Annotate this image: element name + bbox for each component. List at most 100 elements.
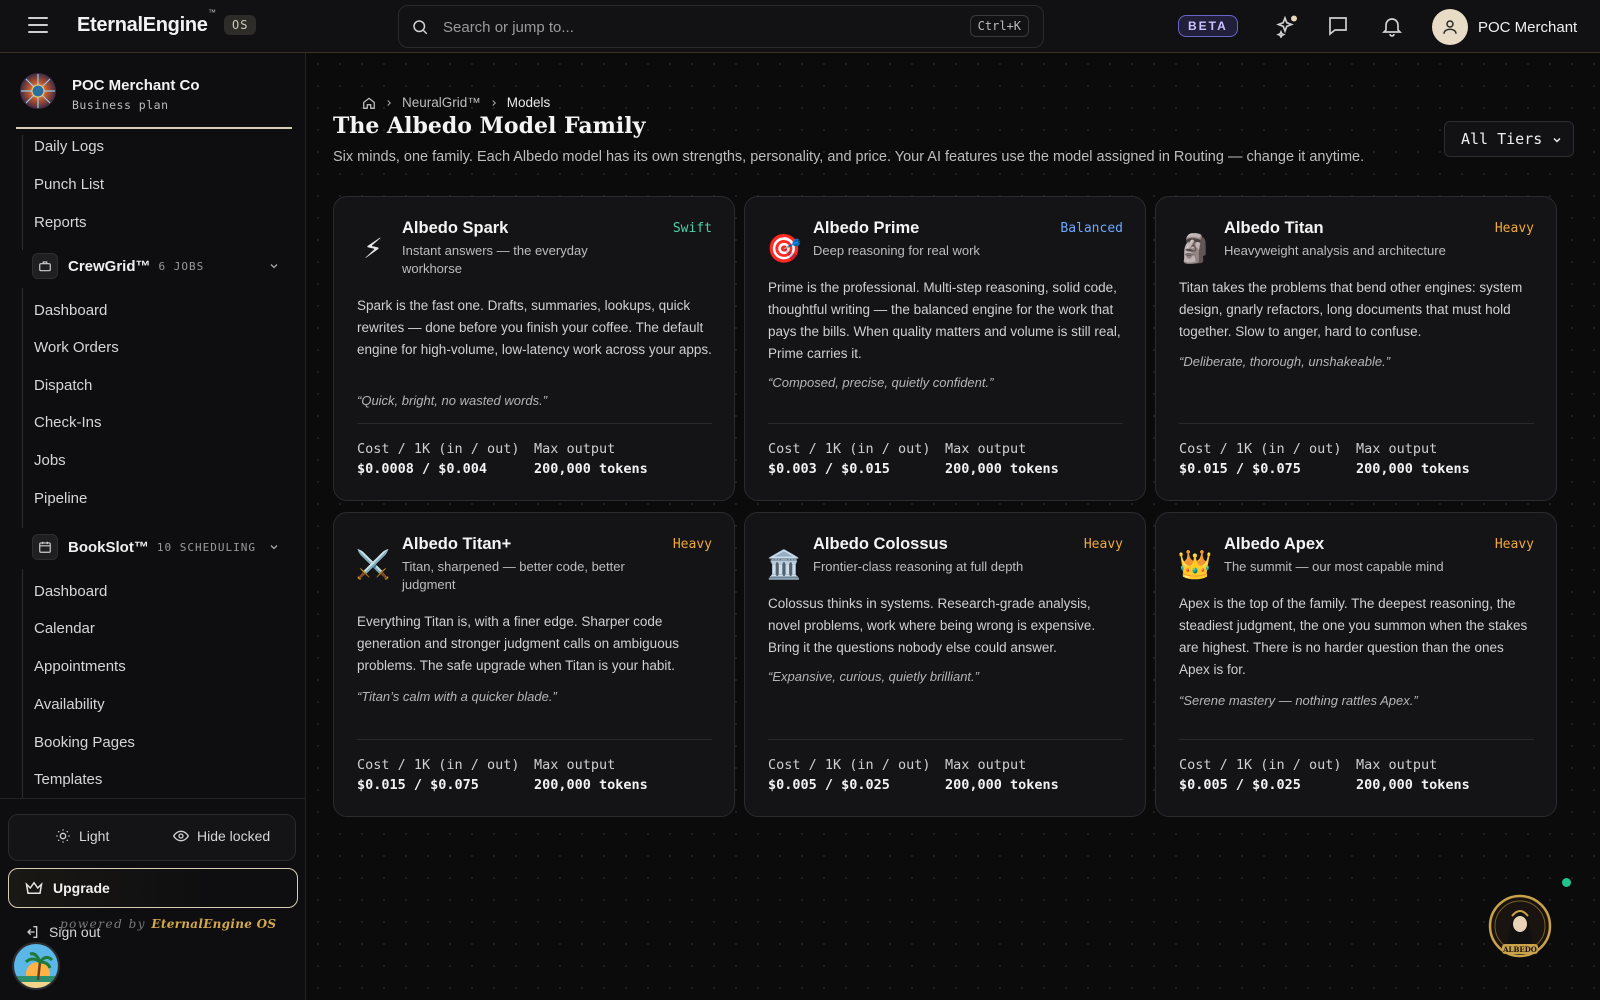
powered-by: powered by EternalEngine OS [60,917,276,931]
sidebar-item-dispatch[interactable]: Dispatch [34,377,92,394]
user-menu[interactable]: POC Merchant [1432,9,1577,45]
model-description: Prime is the professional. Multi-step re… [768,280,1121,361]
model-card[interactable]: ⚡ Albedo Spark Instant answers — the eve… [333,196,735,501]
chevron-down-icon [1553,137,1561,143]
sidebar-item-daily-logs[interactable]: Daily Logs [34,138,104,155]
model-description: Spark is the fast one. Drafts, summaries… [357,298,712,357]
model-card[interactable]: ⚔️ Albedo Titan+ Titan, sharpened — bett… [333,512,735,817]
sidebar-item-jobs[interactable]: Jobs [34,452,66,469]
model-card[interactable]: 👑 Albedo Apex The summit — our most capa… [1155,512,1557,817]
model-quote: “Expansive, curious, quietly brilliant.” [768,669,979,684]
max-output-value: 200,000 tokens [1356,777,1470,793]
max-output-value: 200,000 tokens [945,461,1059,477]
powered-prefix: powered by [60,917,147,931]
chevron-right-icon [387,99,391,106]
sidebar-nav[interactable]: Daily Logs Punch List Reports CrewGrid™ … [0,135,306,798]
cost-value: $0.005 / $0.025 [1179,777,1301,793]
model-card[interactable]: 🎯 Albedo Prime Deep reasoning for real w… [744,196,1146,501]
cost-value: $0.003 / $0.015 [768,461,890,477]
nav-rail [22,135,23,250]
search-bar[interactable]: Ctrl+K [398,5,1044,48]
chevron-right-icon [492,99,496,106]
group-meta: 10 SCHEDULING [156,540,256,554]
display-toggles: Light Hide locked [8,814,296,861]
user-name: POC Merchant [1478,18,1578,36]
sidebar-item-availability[interactable]: Availability [34,696,105,713]
statue-icon: 🗿 [1177,232,1213,264]
search-icon [413,20,428,35]
max-output-value: 200,000 tokens [534,777,648,793]
main-content: NeuralGrid™ Models The Albedo Model Fami… [307,53,1600,1000]
albedo-assistant-icon[interactable]: ALBEDO [1488,894,1552,960]
card-divider [768,739,1123,740]
chevron-down-icon [270,264,278,269]
hide-locked-button[interactable]: Hide locked [173,828,270,844]
hide-locked-label: Hide locked [197,828,271,844]
sidebar-item-appointments[interactable]: Appointments [34,658,126,675]
sidebar-item-calendar[interactable]: Calendar [34,620,95,637]
group-meta: 6 JOBS [158,259,205,273]
sidebar-item-book-dashboard[interactable]: Dashboard [34,583,107,600]
chat-icon[interactable] [1326,14,1350,38]
org-switcher[interactable]: POC Merchant Co Business plan [16,69,292,129]
sidebar-group-bookslot[interactable]: BookSlot™ 10 SCHEDULING [32,534,288,560]
crossed-swords-icon: ⚔️ [355,548,391,580]
brand-logo[interactable]: EternalEngine [77,14,208,37]
model-card[interactable]: 🏛️ Albedo Colossus Frontier-class reason… [744,512,1146,817]
bell-icon[interactable] [1380,14,1404,38]
top-bar: EternalEngine ™ OS Ctrl+K BETA POC Merch… [0,0,1600,53]
nav-rail [22,569,23,798]
sidebar-item-check-ins[interactable]: Check-Ins [34,414,102,431]
classical-building-icon: 🏛️ [766,548,802,580]
max-output-label: Max output [945,441,1027,457]
chevron-down-icon [270,545,278,550]
max-output-label: Max output [534,441,616,457]
beach-avatar[interactable] [12,942,60,990]
sidebar-item-work-orders[interactable]: Work Orders [34,339,119,356]
nav-rail [22,288,23,528]
light-mode-button[interactable]: Light [55,828,109,844]
cost-value: $0.015 / $0.075 [1179,461,1301,477]
group-label: BookSlot™ [68,538,149,556]
model-description: Titan takes the problems that bend other… [1179,280,1523,339]
model-tier-badge: Heavy [1494,221,1534,236]
search-input[interactable] [443,15,923,39]
group-label: CrewGrid™ [68,257,151,275]
cost-label: Cost / 1K (in / out) [357,757,520,773]
home-icon[interactable] [362,96,376,110]
sidebar-item-crew-dashboard[interactable]: Dashboard [34,302,107,319]
max-output-value: 200,000 tokens [534,461,648,477]
tier-filter-select[interactable]: All Tiers [1444,121,1574,157]
model-tier-badge: Heavy [672,537,712,552]
tier-filter-value: All Tiers [1461,130,1543,148]
upgrade-button[interactable]: Upgrade [8,868,298,908]
max-output-label: Max output [1356,441,1438,457]
max-output-value: 200,000 tokens [1356,461,1470,477]
upgrade-label: Upgrade [53,880,110,896]
sidebar-item-pipeline[interactable]: Pipeline [34,490,87,507]
sidebar-item-punch-list[interactable]: Punch List [34,176,104,193]
sidebar-item-reports[interactable]: Reports [34,214,87,231]
sparkle-icon[interactable] [1275,14,1299,38]
model-quote: “Titan’s calm with a quicker blade.” [357,689,557,704]
model-name: Albedo Colossus [813,535,948,553]
sidebar-group-crewgrid[interactable]: CrewGrid™ 6 JOBS [32,253,288,279]
card-divider [1179,739,1534,740]
sidebar-item-booking-pages[interactable]: Booking Pages [34,734,135,751]
model-tagline: The summit — our most capable mind [1224,559,1444,574]
card-divider [357,739,712,740]
model-tagline: Heavyweight analysis and architecture [1224,243,1446,258]
breadcrumb-neuralgrid[interactable]: NeuralGrid™ [402,95,481,110]
model-quote: “Serene mastery — nothing rattles Apex.” [1179,693,1418,708]
model-tagline: Frontier-class reasoning at full depth [813,559,1024,574]
calendar-icon [32,534,58,560]
brand-os-badge: OS [224,15,257,35]
card-divider [768,423,1123,424]
model-card[interactable]: 🗿 Albedo Titan Heavyweight analysis and … [1155,196,1557,501]
sidebar-item-templates[interactable]: Templates [34,771,102,788]
search-shortcut: Ctrl+K [969,15,1029,37]
model-tier-badge: Heavy [1083,537,1123,552]
cost-label: Cost / 1K (in / out) [357,441,520,457]
menu-icon[interactable] [28,17,48,35]
eye-icon [173,830,189,842]
